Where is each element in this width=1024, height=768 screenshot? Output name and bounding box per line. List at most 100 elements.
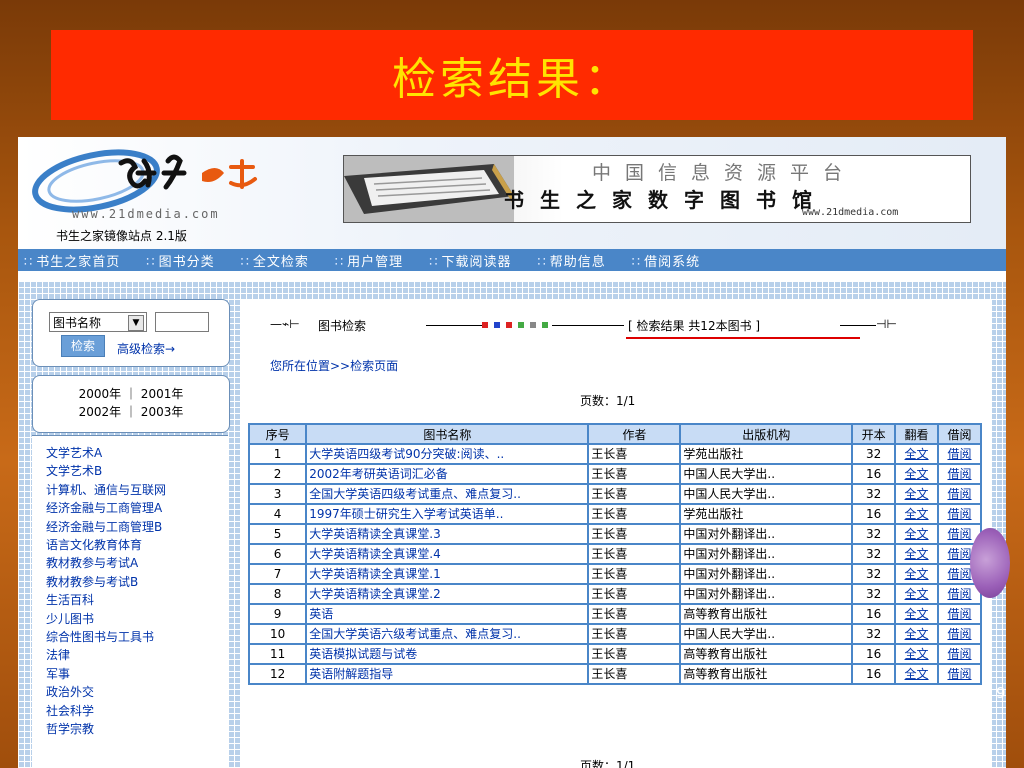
cell-size: 32 (851, 543, 897, 565)
category-item[interactable]: 文学艺术B (32, 462, 228, 480)
category-item[interactable]: 教材教参与考试A (32, 554, 228, 572)
cell-publisher: 中国对外翻译出.. (679, 563, 854, 585)
flow-start-icon: —⌁⊢ (270, 317, 300, 331)
col-header-title: 图书名称 (305, 423, 590, 445)
category-item[interactable]: 经济金融与工商管理B (32, 518, 228, 536)
borrow-link[interactable]: 借阅 (937, 443, 982, 465)
fulltext-link[interactable]: 全文 (894, 643, 940, 665)
cell-no: 10 (247, 623, 308, 645)
borrow-link[interactable]: 借阅 (937, 463, 982, 485)
site-logo-icon[interactable] (26, 143, 276, 215)
cell-publisher: 中国人民大学出.. (679, 483, 854, 505)
cell-size: 32 (851, 443, 897, 465)
advanced-search-link[interactable]: 高级检索→ (117, 340, 175, 357)
nav-dots-icon: ∷ (537, 254, 546, 270)
category-item[interactable]: 哲学宗教 (32, 720, 228, 738)
table-row: 10 全国大学英语六级考试重点、难点复习.. 王长喜 中国人民大学出.. 32 全文 借阅 (247, 623, 982, 645)
cell-title[interactable]: 大学英语四级考试90分突破:阅读、.. (305, 443, 590, 465)
cell-title[interactable]: 英语 (305, 603, 590, 625)
search-button[interactable]: 检索 (61, 335, 105, 357)
fulltext-link[interactable]: 全文 (894, 503, 940, 525)
year-links-row2[interactable]: 2002年 ｜ 2003年 (33, 403, 229, 421)
cell-title[interactable]: 大学英语精读全真课堂.2 (305, 583, 590, 605)
table-row: 6 大学英语精读全真课堂.4 王长喜 中国对外翻译出.. 32 全文 借阅 (247, 543, 982, 565)
category-item[interactable]: 综合性图书与工具书 (32, 628, 228, 646)
fulltext-link[interactable]: 全文 (894, 483, 940, 505)
cell-publisher: 高等教育出版社 (679, 663, 854, 685)
category-item[interactable]: 语言文化教育体育 (32, 536, 228, 554)
nav-dots-icon: ∷ (631, 254, 641, 270)
category-item[interactable]: 教材教参与考试B (32, 573, 228, 591)
flow-square-icon (518, 322, 524, 328)
table-row: 5 大学英语精读全真课堂.3 王长喜 中国对外翻译出.. 32 全文 借阅 (247, 523, 982, 545)
category-item[interactable]: 法律 (32, 646, 228, 664)
results-table: 序号 图书名称 作者 出版机构 开本 翻看 借阅 1 大学英语四级考试90分突破:… (247, 423, 982, 685)
search-field-select[interactable]: 图书名称 ▼ (49, 312, 147, 332)
nav-item-download-reader[interactable]: ∷ 下载阅读器 (429, 251, 511, 270)
category-item[interactable]: 文学艺术A (32, 444, 228, 462)
category-item[interactable]: 社会科学 (32, 702, 228, 720)
search-input[interactable] (155, 312, 209, 332)
borrow-link[interactable]: 借阅 (937, 503, 982, 525)
cell-title[interactable]: 英语附解题指导 (305, 663, 590, 685)
cell-publisher: 高等教育出版社 (679, 643, 854, 665)
cell-title[interactable]: 大学英语精读全真课堂.4 (305, 543, 590, 565)
cell-size: 32 (851, 623, 897, 645)
borrow-link[interactable]: 借阅 (937, 663, 982, 685)
cell-title[interactable]: 全国大学英语六级考试重点、难点复习.. (305, 623, 590, 645)
nav-item-help[interactable]: ∷ 帮助信息 (537, 251, 605, 270)
fulltext-link[interactable]: 全文 (894, 583, 940, 605)
cell-publisher: 学苑出版社 (679, 503, 854, 525)
year-links-row1[interactable]: 2000年 ｜ 2001年 (33, 385, 229, 403)
cell-size: 16 (851, 663, 897, 685)
cell-size: 32 (851, 583, 897, 605)
category-item[interactable]: 政治外交 (32, 683, 228, 701)
cell-no: 12 (247, 663, 308, 685)
cell-no: 3 (247, 483, 308, 505)
nav-item-user-management[interactable]: ∷ 用户管理 (335, 251, 403, 270)
nav-item-home[interactable]: ∷ 书生之家首页 (24, 251, 120, 270)
category-item[interactable]: 少儿图书 (32, 610, 228, 628)
fulltext-link[interactable]: 全文 (894, 443, 940, 465)
nav-item-categories[interactable]: ∷ 图书分类 (146, 251, 214, 270)
category-item[interactable]: 生活百科 (32, 591, 228, 609)
fulltext-link[interactable]: 全文 (894, 623, 940, 645)
nav-item-fulltext-search[interactable]: ∷ 全文检索 (241, 251, 309, 270)
slide-number-badge (970, 528, 1010, 598)
cell-author: 王长喜 (587, 463, 682, 485)
col-header-view: 翻看 (894, 423, 940, 445)
library-banner[interactable]: 中国信息资源平台 书生之家数字图书馆 www.21dmedia.com (343, 155, 971, 223)
cell-title[interactable]: 全国大学英语四级考试重点、难点复习.. (305, 483, 590, 505)
browser-screenshot: www.21dmedia.com 书生之家镜像站点 2.1版 中国信息资源平台 … (18, 137, 1006, 768)
fulltext-link[interactable]: 全文 (894, 563, 940, 585)
breadcrumb[interactable]: 您所在位置>>检索页面 (270, 357, 398, 374)
col-header-size: 开本 (851, 423, 897, 445)
fulltext-link[interactable]: 全文 (894, 523, 940, 545)
fulltext-link[interactable]: 全文 (894, 663, 940, 685)
cell-title[interactable]: 大学英语精读全真课堂.1 (305, 563, 590, 585)
borrow-link[interactable]: 借阅 (937, 603, 982, 625)
cell-size: 32 (851, 483, 897, 505)
cell-title[interactable]: 1997年硕士研究生入学考试英语单.. (305, 503, 590, 525)
category-item[interactable]: 军事 (32, 665, 228, 683)
flow-line (426, 325, 482, 326)
cell-title[interactable]: 大学英语精读全真课堂.3 (305, 523, 590, 545)
borrow-link[interactable]: 借阅 (937, 483, 982, 505)
borrow-link[interactable]: 借阅 (937, 643, 982, 665)
table-row: 2 2002年考研英语词汇必备 王长喜 中国人民大学出.. 16 全文 借阅 (247, 463, 982, 485)
nav-dots-icon: ∷ (24, 254, 33, 270)
fulltext-link[interactable]: 全文 (894, 463, 940, 485)
chevron-down-icon[interactable]: ▼ (128, 315, 144, 331)
cell-title[interactable]: 英语模拟试题与试卷 (305, 643, 590, 665)
fulltext-link[interactable]: 全文 (894, 603, 940, 625)
borrow-link[interactable]: 借阅 (937, 623, 982, 645)
category-item[interactable]: 计算机、通信与互联网 (32, 481, 228, 499)
fulltext-link[interactable]: 全文 (894, 543, 940, 565)
category-item[interactable]: 经济金融与工商管理A (32, 499, 228, 517)
year-panel: 2000年 ｜ 2001年 2002年 ｜ 2003年 (32, 375, 230, 433)
cell-title[interactable]: 2002年考研英语词汇必备 (305, 463, 590, 485)
cell-size: 16 (851, 463, 897, 485)
cell-size: 32 (851, 563, 897, 585)
cell-author: 王长喜 (587, 643, 682, 665)
nav-item-borrow-system[interactable]: ∷ 借阅系统 (632, 251, 700, 270)
